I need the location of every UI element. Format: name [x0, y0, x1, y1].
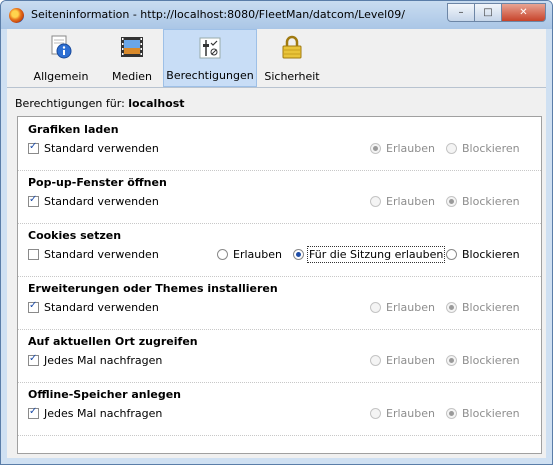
page-info-window: Seiteninformation - http://localhost:808…	[0, 0, 553, 465]
permission-section-images: Grafiken laden Standard verwenden Erlaub…	[18, 117, 541, 171]
radio-block[interactable]	[446, 302, 457, 313]
tab-berechtigungen[interactable]: Berechtigungen	[163, 29, 257, 87]
tab-label: Allgemein	[33, 70, 89, 83]
permission-section-cookies: Cookies setzen Standard verwenden Erlaub…	[18, 223, 541, 277]
permission-section-offline-storage: Offline-Speicher anlegen Jedes Mal nachf…	[18, 382, 541, 436]
radio-allow[interactable]	[370, 302, 381, 313]
section-title: Pop-up-Fenster öffnen	[28, 176, 167, 189]
permission-section-geolocation: Auf aktuellen Ort zugreifen Jedes Mal na…	[18, 329, 541, 383]
radio-session-label: Für die Sitzung erlauben	[306, 246, 446, 263]
section-title: Grafiken laden	[28, 123, 119, 136]
radio-allow-label: Erlauben	[386, 142, 435, 155]
always-ask-checkbox[interactable]	[28, 353, 39, 366]
tab-label: Sicherheit	[264, 70, 320, 83]
pageinfo-toolbar: Allgemein Medien Berechtigungen Sicherhe…	[7, 29, 546, 88]
permissions-for: Berechtigungen für: localhost	[15, 97, 185, 110]
permission-section-popups: Pop-up-Fenster öffnen Standard verwenden…	[18, 170, 541, 224]
checkbox-label: Jedes Mal nachfragen	[44, 407, 163, 420]
radio-allow[interactable]	[370, 355, 381, 366]
permissions-panel: Berechtigungen für: localhost Grafiken l…	[7, 88, 546, 458]
use-default-checkbox[interactable]	[28, 141, 39, 154]
info-icon	[51, 35, 72, 59]
section-title: Offline-Speicher anlegen	[28, 388, 182, 401]
use-default-checkbox[interactable]	[28, 249, 39, 260]
section-title: Cookies setzen	[28, 229, 122, 242]
title-bar[interactable]: Seiteninformation - http://localhost:808…	[1, 1, 552, 29]
radio-block-label: Blockieren	[462, 142, 520, 155]
always-ask-checkbox[interactable]	[28, 406, 39, 419]
radio-allow[interactable]	[370, 143, 381, 154]
section-title: Auf aktuellen Ort zugreifen	[28, 335, 198, 348]
permissions-for-label: Berechtigungen für:	[15, 97, 125, 110]
radio-allow-label: Erlauben	[386, 301, 435, 314]
radio-block-label: Blockieren	[462, 407, 520, 420]
tab-label: Medien	[111, 70, 153, 83]
radio-session[interactable]	[293, 249, 304, 260]
radio-allow-label: Erlauben	[386, 354, 435, 367]
radio-block[interactable]	[446, 355, 457, 366]
media-icon	[121, 37, 143, 57]
radio-block-label: Blockieren	[462, 301, 520, 314]
radio-block[interactable]	[446, 196, 457, 207]
firefox-icon	[9, 8, 24, 23]
radio-block[interactable]	[446, 143, 457, 154]
tab-sicherheit[interactable]: Sicherheit	[263, 29, 321, 87]
radio-block-label: Blockieren	[462, 248, 520, 261]
window-controls: – □ ✕	[447, 3, 546, 22]
radio-block-label: Blockieren	[462, 354, 520, 367]
checkbox-label: Jedes Mal nachfragen	[44, 354, 163, 367]
radio-allow[interactable]	[370, 196, 381, 207]
maximize-button[interactable]: □	[475, 3, 502, 22]
permission-section-install: Erweiterungen oder Themes installieren S…	[18, 276, 541, 330]
checkbox-label: Standard verwenden	[44, 142, 159, 155]
radio-allow-label: Erlauben	[386, 407, 435, 420]
section-title: Erweiterungen oder Themes installieren	[28, 282, 278, 295]
checkbox-label: Standard verwenden	[44, 248, 159, 261]
tab-medien[interactable]: Medien	[107, 29, 157, 87]
radio-block-label: Blockieren	[462, 195, 520, 208]
use-default-checkbox[interactable]	[28, 194, 39, 207]
radio-allow[interactable]	[217, 249, 228, 260]
close-button[interactable]: ✕	[502, 3, 546, 22]
radio-allow-label: Erlauben	[386, 195, 435, 208]
checkbox-label: Standard verwenden	[44, 301, 159, 314]
radio-block[interactable]	[446, 408, 457, 419]
use-default-checkbox[interactable]	[28, 300, 39, 313]
tab-allgemein[interactable]: Allgemein	[31, 29, 91, 87]
tab-label: Berechtigungen	[166, 69, 254, 82]
radio-block[interactable]	[446, 249, 457, 260]
checkbox-label: Standard verwenden	[44, 195, 159, 208]
minimize-button[interactable]: –	[447, 3, 475, 22]
permissions-icon	[199, 37, 221, 59]
radio-allow[interactable]	[370, 408, 381, 419]
window-title: Seiteninformation - http://localhost:808…	[31, 8, 405, 21]
radio-allow-label: Erlauben	[233, 248, 282, 261]
permissions-host: localhost	[128, 97, 185, 110]
lock-icon	[282, 35, 302, 59]
permissions-list[interactable]: Grafiken laden Standard verwenden Erlaub…	[17, 116, 542, 454]
